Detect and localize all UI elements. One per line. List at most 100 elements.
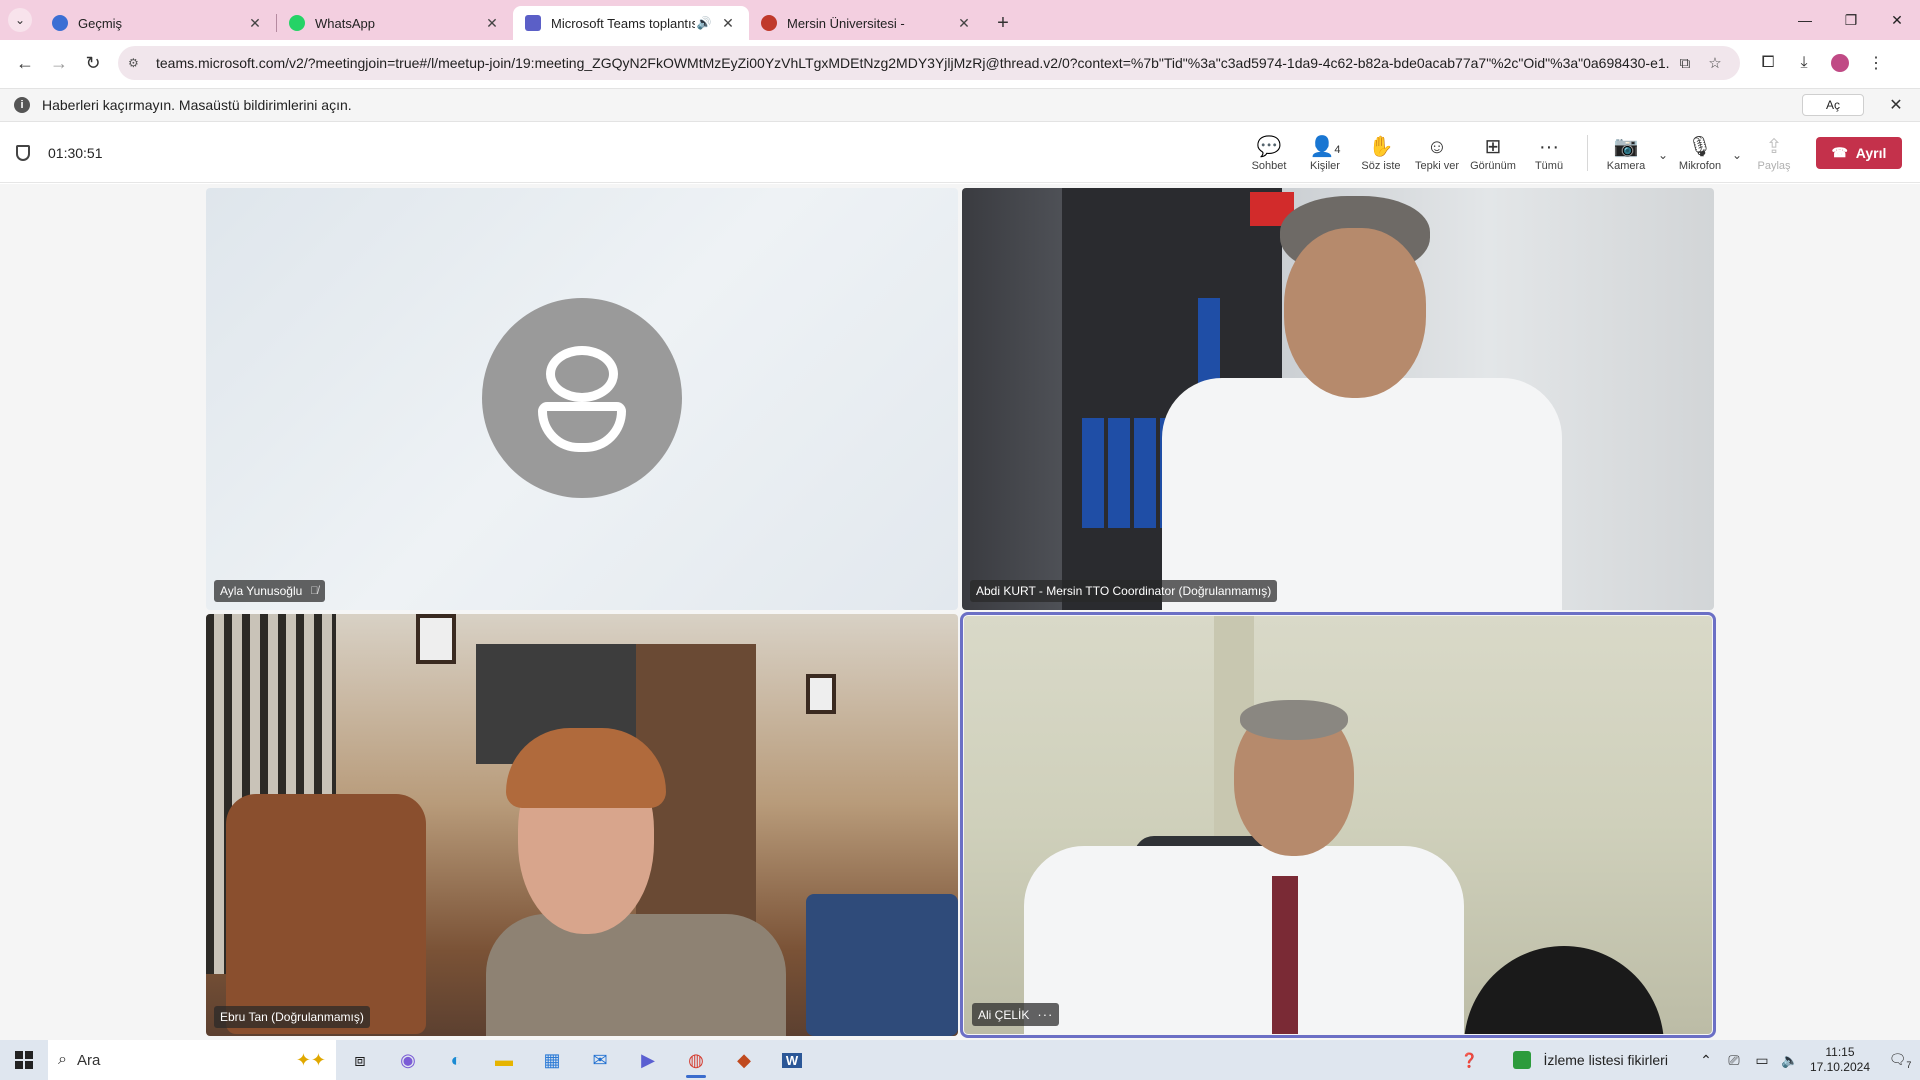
tab-label: Microsoft Teams toplantısı	[551, 15, 695, 31]
network-icon[interactable]: ▭	[1748, 1052, 1776, 1069]
enable-notifications-button[interactable]: Aç	[1802, 94, 1864, 116]
new-tab-button[interactable]: +	[985, 6, 1021, 40]
participant-name: Abdi KURT - Mersin TTO Coordinator (Doğr…	[976, 584, 1272, 598]
close-tab-icon[interactable]: ✕	[719, 15, 737, 32]
view-label: Görünüm	[1470, 160, 1516, 172]
participant-tile-active-speaker[interactable]: Ali ÇELİK ···	[960, 612, 1716, 1038]
download-icon[interactable]: ⤓	[1786, 46, 1822, 80]
news-text: İzleme listesi fikirleri	[1543, 1052, 1668, 1068]
chat-button[interactable]: 💬 Sohbet	[1241, 134, 1297, 172]
participant-name-tag: Ayla Yunusoğlu 🎙̸	[214, 580, 325, 602]
search-placeholder: Ara	[76, 1051, 101, 1069]
raise-hand-button[interactable]: ✋ Söz iste	[1353, 134, 1409, 172]
chevron-up-icon[interactable]: ⌃	[1692, 1052, 1720, 1069]
tab-label: Geçmiş	[78, 15, 123, 31]
video-person-hair	[1240, 700, 1348, 740]
participant-tile[interactable]: Ebru Tan (Doğrulanmamış)	[206, 614, 958, 1036]
people-button[interactable]: 👤4 Kişiler	[1297, 134, 1353, 172]
chat-bubble-icon: 💬	[1256, 136, 1282, 158]
participant-tile[interactable]: Abdi KURT - Mersin TTO Coordinator (Doğr…	[962, 188, 1714, 610]
meeting-header: 01:30:51 💬 Sohbet 👤4 Kişiler ✋ Söz iste …	[0, 123, 1920, 183]
people-count: 4	[1334, 144, 1341, 156]
reload-icon[interactable]: ↻	[76, 46, 110, 80]
taskbar-search[interactable]: ⌕ Ara ✦✦	[48, 1040, 336, 1080]
word-logo: W	[781, 1052, 803, 1068]
mail-icon[interactable]: ✉	[576, 1040, 624, 1080]
mic-button[interactable]: 🎙 Mikrofon	[1672, 134, 1728, 172]
tab-label: WhatsApp	[315, 15, 375, 31]
word-icon[interactable]: W	[768, 1040, 816, 1080]
teams-icon	[525, 15, 541, 31]
react-button[interactable]: ☺ Tepki ver	[1409, 134, 1465, 172]
meeting-timer: 01:30:51	[48, 144, 103, 161]
speaker-icon[interactable]: 🔊	[695, 16, 713, 30]
windows-taskbar: ⌕ Ara ✦✦ ⧈ ◉ ◐ ▬ ▦ ✉ ▶ ◍ ◆ W ❓ İzleme li…	[0, 1040, 1920, 1080]
participant-tile[interactable]: Ayla Yunusoğlu 🎙̸	[206, 188, 958, 610]
close-window-icon[interactable]: ✕	[1874, 0, 1920, 40]
university-icon	[761, 15, 777, 31]
tab-search-button[interactable]: ⌄	[0, 0, 40, 40]
view-button[interactable]: ⊞ Görünüm	[1465, 134, 1521, 172]
bookmark-star-icon[interactable]: ☆	[1700, 54, 1730, 72]
close-tab-icon[interactable]: ✕	[483, 15, 501, 32]
task-view-icon[interactable]: ⧈	[336, 1040, 384, 1080]
tab-whatsapp[interactable]: WhatsApp ✕	[277, 6, 513, 40]
system-clock[interactable]: 11:15 17.10.2024	[1810, 1045, 1870, 1075]
close-tab-icon[interactable]: ✕	[955, 15, 973, 32]
mic-off-icon: 🎙	[1687, 136, 1713, 158]
volume-icon[interactable]: 🔈	[1776, 1052, 1804, 1069]
back-arrow-icon[interactable]: ←	[8, 46, 42, 80]
react-label: Tepki ver	[1414, 160, 1460, 172]
mic-muted-icon: 🎙̸	[310, 585, 319, 597]
system-tray: ❓ İzleme listesi fikirleri ⌃ ⎚ ▭ 🔈 11:15…	[1455, 1040, 1920, 1080]
share-button[interactable]: ⇪ Paylaş	[1746, 134, 1802, 172]
address-bar[interactable]: ⚙ teams.microsoft.com/v2/?meetingjoin=tr…	[118, 46, 1740, 80]
more-dots-icon: ···	[1539, 136, 1559, 158]
tab-mersin-university[interactable]: Mersin Üniversitesi - ✕	[749, 6, 985, 40]
participant-more-icon[interactable]: ···	[1037, 1007, 1053, 1022]
extensions-icon[interactable]: ⧠	[1750, 46, 1786, 80]
camera-button[interactable]: 📷 Kamera	[1598, 134, 1654, 172]
tab-teams[interactable]: Microsoft Teams toplantısı 🔊 ✕	[513, 6, 749, 40]
menu-dots-icon[interactable]: ⋮	[1858, 46, 1894, 80]
video-armchair	[226, 794, 426, 1034]
profile-avatar-icon[interactable]	[1831, 54, 1849, 72]
more-label: Tümü	[1534, 160, 1564, 172]
store-icon[interactable]: ▦	[528, 1040, 576, 1080]
people-label: Kişiler	[1310, 160, 1340, 172]
start-button[interactable]	[0, 1040, 48, 1080]
leave-button[interactable]: ☎ Ayrıl	[1816, 137, 1902, 169]
camera-options-chevron-icon[interactable]: ⌄	[1654, 148, 1672, 162]
mic-options-chevron-icon[interactable]: ⌄	[1728, 148, 1746, 162]
copilot-sparkle-icon: ✦✦	[295, 1049, 326, 1070]
history-icon	[52, 15, 68, 31]
chrome-icon[interactable]: ◍	[672, 1040, 720, 1080]
leave-label: Ayrıl	[1855, 145, 1887, 161]
notification-center-icon[interactable]: 🗨7	[1880, 1051, 1920, 1070]
windows-logo-icon	[15, 1051, 33, 1069]
video-sofa	[806, 894, 958, 1036]
app-icon[interactable]: ◆	[720, 1040, 768, 1080]
tab-history[interactable]: Geçmiş ✕	[40, 6, 276, 40]
install-app-icon[interactable]: ⧉	[1670, 55, 1700, 72]
people-icon: 👤4	[1309, 136, 1341, 158]
camera-off-icon: 📷	[1613, 136, 1639, 158]
close-infobar-icon[interactable]: ✕	[1886, 95, 1906, 115]
minimize-icon[interactable]: —	[1782, 0, 1828, 40]
more-button[interactable]: ··· Tümü	[1521, 134, 1577, 172]
participant-name-tag: Ebru Tan (Doğrulanmamış)	[214, 1006, 370, 1028]
file-explorer-icon[interactable]: ▬	[480, 1040, 528, 1080]
site-settings-icon[interactable]: ⚙	[128, 56, 148, 70]
help-icon[interactable]: ❓	[1455, 1052, 1483, 1069]
close-tab-icon[interactable]: ✕	[246, 15, 264, 32]
forward-arrow-icon[interactable]: →	[42, 46, 76, 80]
media-app-icon[interactable]: ▶	[624, 1040, 672, 1080]
news-widget[interactable]: İzleme listesi fikirleri	[1513, 1051, 1668, 1069]
clock-date: 17.10.2024	[1809, 1060, 1870, 1074]
video-frame	[416, 614, 456, 664]
edge-icon[interactable]: ◐	[432, 1040, 480, 1080]
phone-hangup-icon: ☎	[1831, 145, 1848, 160]
meet-now-icon[interactable]: ⎚	[1720, 1052, 1748, 1069]
restore-icon[interactable]: ❐	[1828, 0, 1874, 40]
copilot-icon[interactable]: ◉	[384, 1040, 432, 1080]
